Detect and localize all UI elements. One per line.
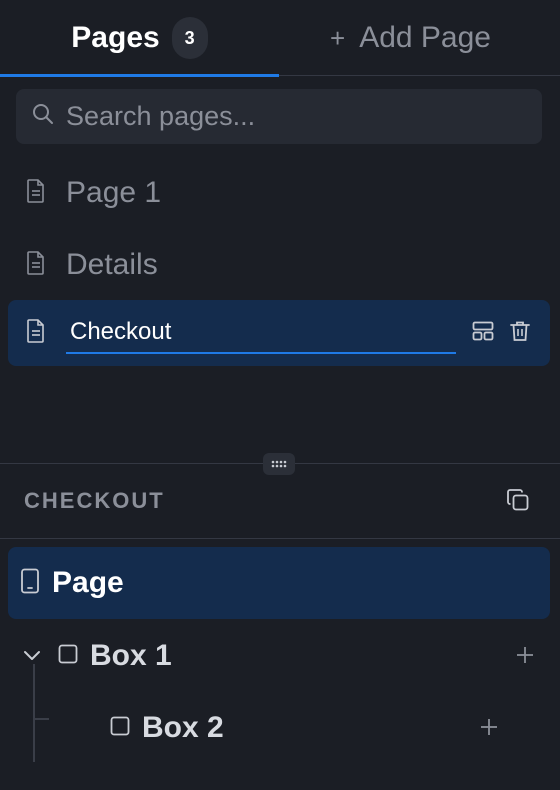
panel-tabs: Pages 3 + Add Page xyxy=(0,0,560,77)
tree-item-label: Page xyxy=(52,566,124,599)
page-list-item[interactable]: Details xyxy=(8,232,550,298)
tab-pages-label: Pages xyxy=(71,21,160,54)
page-list-item[interactable]: Page 1 xyxy=(8,160,550,226)
page-rename-input[interactable] xyxy=(70,318,450,346)
search-icon xyxy=(32,103,54,130)
page-document-icon xyxy=(26,178,46,208)
page-document-icon xyxy=(26,318,46,348)
add-page-label: Add Page xyxy=(359,21,491,54)
add-child-button[interactable] xyxy=(514,644,536,671)
box-icon xyxy=(58,644,78,669)
tree-item-label: Box 1 xyxy=(90,639,172,672)
pages-count-badge: 3 xyxy=(171,17,208,59)
add-child-button[interactable] xyxy=(478,716,500,743)
search-box xyxy=(16,89,542,144)
page-list-item-active[interactable] xyxy=(8,300,550,366)
chevron-down-icon[interactable] xyxy=(22,646,42,671)
page-row-actions xyxy=(472,320,530,347)
tree-guide-branch xyxy=(33,718,49,720)
add-page-button[interactable]: + Add Page xyxy=(330,0,491,76)
tree-item-box[interactable]: Box 2 xyxy=(110,698,224,758)
active-tab-indicator xyxy=(0,74,279,77)
page-document-icon xyxy=(26,250,46,280)
plus-icon: + xyxy=(330,22,346,53)
tree-guide-line xyxy=(33,664,35,762)
page-title: Page 1 xyxy=(66,176,162,209)
trash-icon[interactable] xyxy=(510,320,530,347)
layers-section-header: CHECKOUT xyxy=(0,464,560,539)
tree-item-box[interactable]: Box 1 xyxy=(58,626,172,686)
copy-icon[interactable] xyxy=(506,488,530,517)
layout-icon[interactable] xyxy=(472,321,494,346)
phone-device-icon xyxy=(20,568,40,599)
section-title: CHECKOUT xyxy=(24,488,165,513)
tab-pages[interactable]: Pages 3 xyxy=(0,0,279,77)
rename-field-wrapper xyxy=(66,312,456,354)
tree-item-page[interactable]: Page xyxy=(8,547,550,619)
tree-item-label: Box 2 xyxy=(142,711,224,744)
search-input[interactable] xyxy=(66,101,526,132)
box-icon xyxy=(110,716,130,741)
page-title: Details xyxy=(66,248,158,281)
